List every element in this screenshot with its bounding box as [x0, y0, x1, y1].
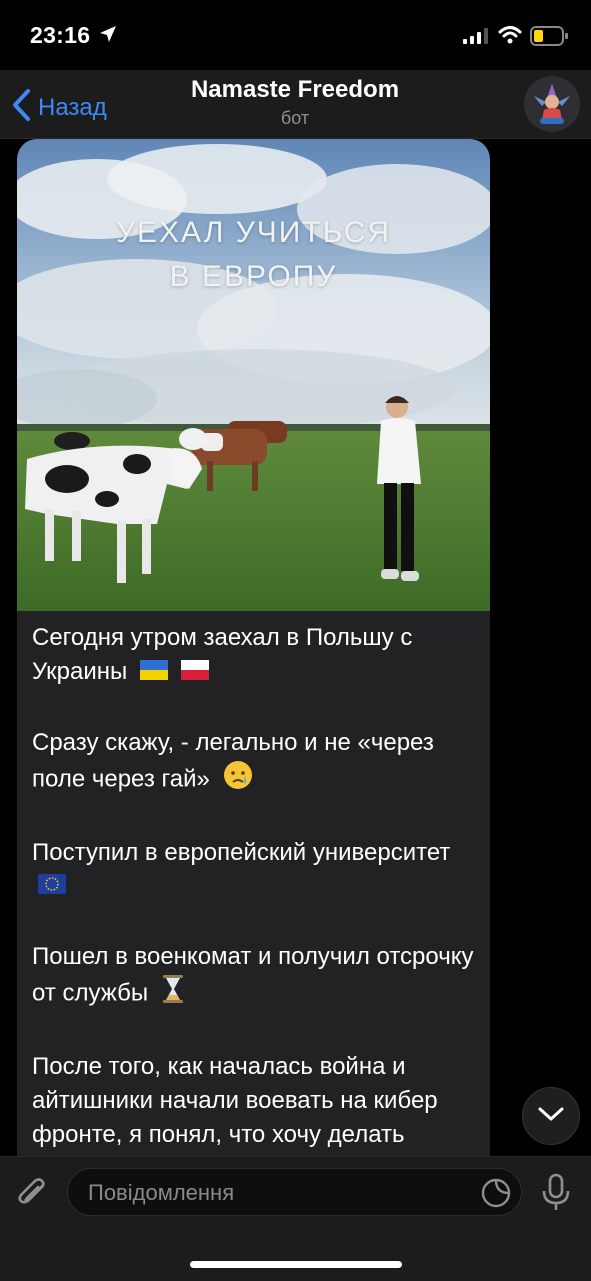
chat-title: Namaste Freedom: [190, 76, 400, 103]
chat-title-area[interactable]: Namaste Freedom бот: [150, 76, 440, 129]
sticker-icon[interactable]: [480, 1177, 512, 1214]
microphone-icon[interactable]: [540, 1173, 572, 1218]
photo-caption-line1: УЕХАЛ УЧИТЬСЯ: [115, 216, 392, 249]
status-time: 23:16: [30, 22, 91, 48]
message-paragraph: Поступил в европейский университет: [32, 836, 477, 905]
post-photo[interactable]: УЕХАЛ УЧИТЬСЯ В ЕВРОПУ: [17, 139, 490, 611]
message-paragraph-text: Сегодня утром заехал в Польшу с Украины: [32, 624, 413, 685]
cellular-signal-icon: [463, 28, 489, 49]
message-input[interactable]: [86, 1169, 470, 1217]
chat-area[interactable]: УЕХАЛ УЧИТЬСЯ В ЕВРОПУ Сегодня утром зае…: [0, 139, 591, 1156]
message-paragraph-text: Пошел в военкомат и получил отсрочку от …: [32, 943, 474, 1007]
chat-subtitle: бот: [280, 108, 310, 128]
photo-scene: [17, 139, 490, 611]
eu-flag-icon: [38, 870, 66, 904]
message-paragraph: Сразу скажу, - легально и не «через поле…: [32, 726, 477, 800]
message-paragraph: Пошел в военкомат и получил отсрочку от …: [32, 940, 477, 1014]
message-paragraph: После того, как началась война и айтишни…: [32, 1050, 477, 1156]
photo-caption-line2: В ЕВРОПУ: [169, 260, 338, 293]
chevron-down-icon: [537, 1105, 565, 1128]
battery-icon: [530, 26, 570, 51]
home-indicator: [190, 1261, 402, 1268]
crying-face-icon: [223, 760, 253, 800]
message-input-bar: [0, 1156, 591, 1281]
message-bubble[interactable]: УЕХАЛ УЧИТЬСЯ В ЕВРОПУ Сегодня утром зае…: [17, 139, 490, 1156]
wifi-icon: [498, 25, 522, 50]
bot-avatar[interactable]: [524, 76, 580, 132]
back-button[interactable]: Назад: [10, 88, 107, 127]
message-paragraph: Сегодня утром заехал в Польшу с Украины: [32, 621, 477, 690]
message-field[interactable]: [67, 1168, 522, 1217]
paperclip-icon[interactable]: [14, 1175, 52, 1218]
status-bar: 23:16: [0, 0, 591, 70]
back-label: Назад: [38, 93, 107, 121]
photo-caption: УЕХАЛ УЧИТЬСЯ В ЕВРОПУ: [17, 211, 490, 299]
ukraine-flag-icon: [139, 656, 168, 690]
message-paragraph-text: Поступил в европейский университет: [32, 838, 451, 866]
message-paragraph-text: После того, как началась война и айтишни…: [32, 1053, 438, 1156]
location-arrow-icon: [98, 24, 118, 49]
message-text: Сегодня утром заехал в Польшу с Украины …: [32, 621, 477, 1156]
chat-header: Назад Namaste Freedom бот: [0, 70, 591, 139]
poland-flag-icon: [180, 656, 209, 690]
chevron-left-icon: [10, 88, 32, 127]
scroll-down-button[interactable]: [522, 1087, 580, 1145]
hourglass-icon: [161, 974, 185, 1014]
